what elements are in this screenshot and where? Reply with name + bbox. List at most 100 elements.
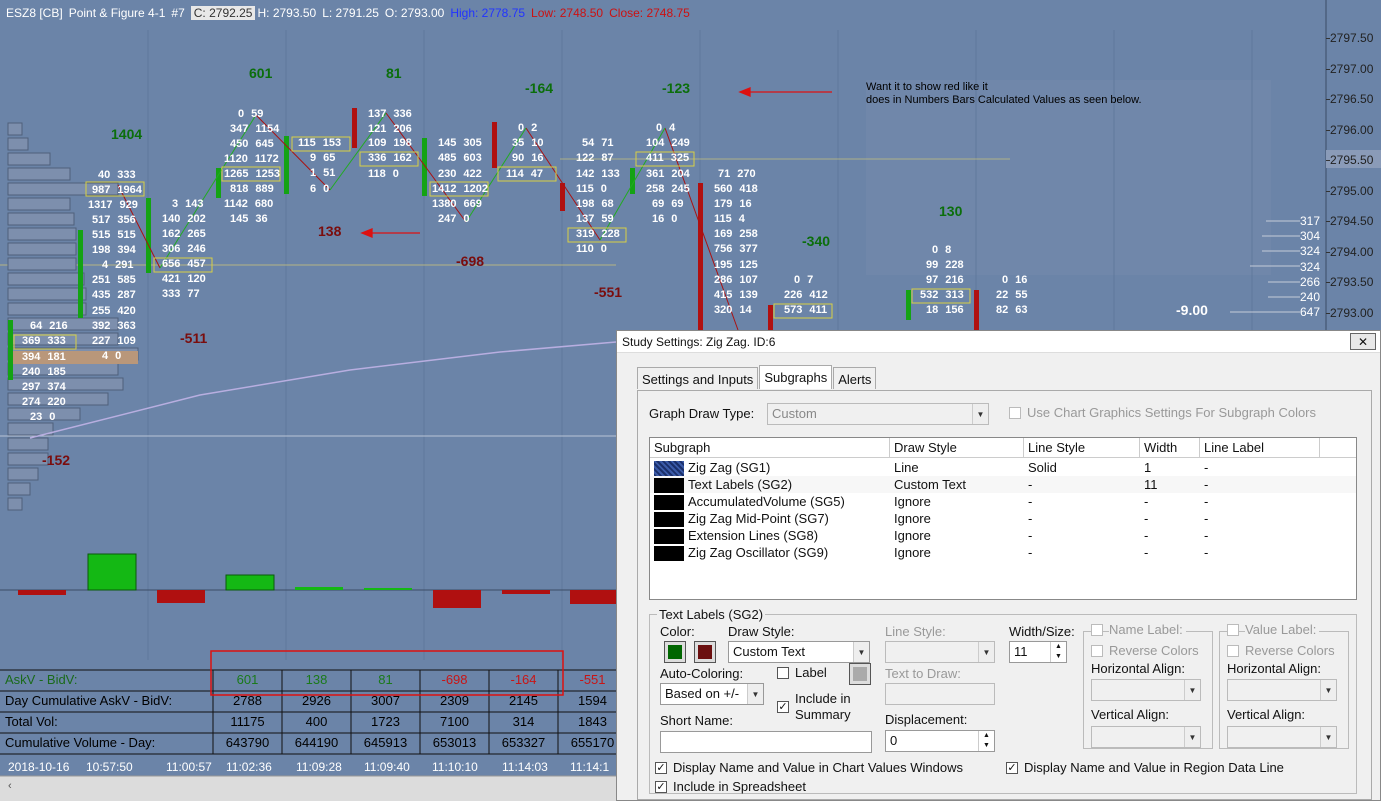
label-checkbox[interactable] <box>777 667 789 679</box>
include-summary-line-2: Summary <box>795 707 851 722</box>
table-cell: 2145 <box>509 693 538 708</box>
subgraph-width: - <box>1144 511 1149 526</box>
subgraph-line-style: - <box>1028 528 1033 543</box>
close-button[interactable]: ✕ <box>1350 333 1376 350</box>
width-spinner[interactable]: ▲ ▼ <box>1050 642 1066 662</box>
close-value: C: 2792.25 <box>190 6 256 20</box>
col-subgraph[interactable]: Subgraph <box>650 438 890 457</box>
subgraph-width: - <box>1144 528 1149 543</box>
subgraph-color-swatch <box>654 512 684 527</box>
use-chart-graphics-checkbox[interactable] <box>1009 407 1021 419</box>
subgraph-name-cell: Extension Lines (SG8) <box>650 527 890 544</box>
value-horizontal-align-label: Horizontal Align: <box>1227 661 1321 676</box>
subgraph-draw-style: Line <box>894 460 919 475</box>
subgraph-row[interactable]: Extension Lines (SG8) Ignore - - - <box>650 527 1356 544</box>
number-bar-cell: 297 374 <box>22 381 66 393</box>
table-cell: 81 <box>378 672 393 687</box>
subgraph-line-label: - <box>1204 511 1209 526</box>
subgraph-row[interactable]: Zig Zag (SG1) Line Solid 1 - <box>650 459 1356 476</box>
number-bar-cell: 656 457 <box>162 258 206 270</box>
price-tick-mark <box>1326 221 1330 222</box>
subgraph-row[interactable]: AccumulatedVolume (SG5) Ignore - - - <box>650 493 1356 510</box>
number-bar-cell: 54 71 <box>582 137 614 149</box>
subgraph-name-cell: Zig Zag Mid-Point (SG7) <box>650 510 890 527</box>
number-bar-cell: 240 185 <box>22 366 66 378</box>
name-reverse-colors-checkbox[interactable] <box>1091 645 1103 657</box>
price-tick-label: 2795.50 <box>1330 153 1374 167</box>
use-chart-graphics-label: Use Chart Graphics Settings For Subgraph… <box>1027 405 1317 420</box>
dialog-titlebar[interactable]: Study Settings: Zig Zag. ID:6 <box>617 331 1380 353</box>
label-color-swatch[interactable] <box>849 663 871 685</box>
col-line-label[interactable]: Line Label <box>1200 438 1320 457</box>
number-bar-cell: 23 0 <box>30 411 56 423</box>
color-swatch-negative[interactable] <box>694 641 716 663</box>
color-fill-negative <box>698 645 712 659</box>
value-vertical-align-select[interactable]: ▼ <box>1227 726 1337 748</box>
display-chart-values-checkbox[interactable]: ✓ <box>655 762 667 774</box>
number-bar-cell: 137 336 <box>368 108 412 120</box>
draw-style-select[interactable]: Custom Text ▼ <box>728 641 870 663</box>
display-chart-values-label: Display Name and Value in Chart Values W… <box>673 760 963 775</box>
col-width[interactable]: Width <box>1140 438 1200 457</box>
number-bar-cell: 198 68 <box>576 198 614 210</box>
tab-bar: Settings and Inputs Subgraphs Alerts <box>637 365 877 389</box>
name-vertical-align-select[interactable]: ▼ <box>1091 726 1201 748</box>
text-to-draw-input[interactable] <box>885 683 995 705</box>
col-line-style[interactable]: Line Style <box>1024 438 1140 457</box>
close-icon: ✕ <box>1357 334 1369 349</box>
session-close: Close: 2748.75 <box>609 6 690 20</box>
value-reverse-colors-checkbox[interactable] <box>1227 645 1239 657</box>
number-bar-cell: 71 270 <box>718 168 756 180</box>
number-bar-cell: 0 2 <box>518 122 538 134</box>
subgraph-color-swatch <box>654 529 684 544</box>
price-tick-label: 2797.50 <box>1330 31 1374 45</box>
displacement-spinner[interactable]: ▲ ▼ <box>978 731 994 751</box>
number-bar-cell: 0 59 <box>238 108 264 120</box>
tab-settings-and-inputs[interactable]: Settings and Inputs <box>637 367 759 389</box>
line-style-select[interactable]: ▼ <box>885 641 995 663</box>
subgraph-color-swatch <box>654 478 684 493</box>
include-spreadsheet-checkbox[interactable]: ✓ <box>655 781 667 793</box>
include-summary-checkbox[interactable]: ✓ <box>777 701 789 713</box>
zigzag-text-label: 81 <box>386 65 402 81</box>
tab-alerts[interactable]: Alerts <box>833 367 877 389</box>
short-name-input[interactable] <box>660 731 872 753</box>
col-draw-style[interactable]: Draw Style <box>890 438 1024 457</box>
tab-subgraphs[interactable]: Subgraphs <box>759 365 833 389</box>
subgraph-list[interactable]: Subgraph Draw Style Line Style Width Lin… <box>649 437 1357 600</box>
high-value: H: 2793.50 <box>257 6 317 20</box>
table-cell: 643790 <box>225 735 270 750</box>
subgraph-draw-style: Ignore <box>894 494 931 509</box>
number-bar-cell: 162 265 <box>162 228 206 240</box>
display-region-checkbox[interactable]: ✓ <box>1006 762 1018 774</box>
auto-coloring-select[interactable]: Based on +/- ▼ <box>660 683 764 705</box>
value-horizontal-align-select[interactable]: ▼ <box>1227 679 1337 701</box>
subgraph-color-swatch <box>654 495 684 510</box>
table-cell: 2788 <box>233 693 262 708</box>
dialog-title: Study Settings: Zig Zag. ID:6 <box>622 334 776 349</box>
section-title: Text Labels (SG2) <box>657 607 766 622</box>
price-tick-label: 2794.50 <box>1330 214 1374 228</box>
subgraph-row[interactable]: Text Labels (SG2) Custom Text - 11 - <box>650 476 1356 493</box>
time-tick-label: 2018-10-16 <box>8 760 70 774</box>
color-swatch-positive[interactable] <box>664 641 686 663</box>
number-bar-cell: 198 394 <box>92 244 136 256</box>
subgraph-name-cell: Zig Zag (SG1) <box>650 459 890 476</box>
time-tick-label: 11:14:03 <box>502 760 548 774</box>
table-cell: -164 <box>510 672 537 687</box>
table-cell: 400 <box>305 714 328 729</box>
subgraph-row[interactable]: Zig Zag Mid-Point (SG7) Ignore - - - <box>650 510 1356 527</box>
number-bar-cell: 114 47 <box>506 168 544 180</box>
subgraph-row[interactable]: Zig Zag Oscillator (SG9) Ignore - - - <box>650 544 1356 561</box>
name-label-checkbox[interactable] <box>1091 624 1103 636</box>
value-label-checkbox[interactable] <box>1227 624 1239 636</box>
number-bar-cell: 115 153 <box>298 137 342 149</box>
chevron-down-icon: ▼ <box>1184 680 1200 700</box>
subgraph-name-cell: Text Labels (SG2) <box>650 476 890 493</box>
subgraph-line-label: - <box>1204 545 1209 560</box>
graph-draw-type-select[interactable]: Custom ▼ <box>767 403 989 425</box>
subgraph-rows: Zig Zag (SG1) Line Solid 1- Text Labels (SG2… <box>650 458 1356 561</box>
color-fill-positive <box>668 645 682 659</box>
name-horizontal-align-select[interactable]: ▼ <box>1091 679 1201 701</box>
line-style-label: Line Style: <box>885 624 946 639</box>
